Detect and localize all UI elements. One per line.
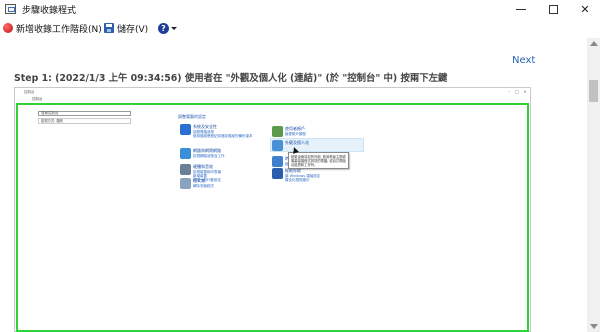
save-icon [104,23,114,33]
step-heading: Step 1: (2022/1/3 上午 09:34:56) 使用者在 "外觀及… [14,73,448,84]
chevron-down-icon [171,26,177,30]
screenshot-category-title: 使用者帳戶 [285,126,305,131]
screenshot-category-link: 檢視網路狀態及工作 [193,154,225,158]
maximize-icon [548,4,558,14]
screenshot-category-title: 網路和網際網路 [193,148,221,153]
scroll-thumb[interactable] [589,80,598,102]
screenshot-maximize-icon: □ [515,89,519,94]
minimize-icon [516,8,526,10]
screenshot-category-link: 變更帳戶類型 [285,132,306,136]
screenshot-close-icon: × [523,89,527,94]
minimize-button[interactable] [506,0,536,18]
screenshot-category-link: 解除安裝程式 [193,184,214,188]
screenshot-category-title: 系統及安全性 [193,124,217,129]
globe-icon [180,148,191,159]
appearance-icon [272,140,283,151]
maximize-button[interactable] [538,0,568,18]
screenshot-category-title: 程式集 [193,178,205,183]
scroll-down-icon[interactable] [590,324,598,329]
new-recording-button[interactable]: 新增收錄工作階段(N) [3,20,102,36]
screenshot-category-link: 最佳化視覺顯示 [285,178,310,182]
save-button[interactable]: 儲存(V) [104,20,148,36]
new-recording-label: 新增收錄工作階段(N) [16,24,102,35]
next-link[interactable]: Next [512,55,535,66]
toolbar: 新增收錄工作階段(N) 儲存(V) ? [0,20,600,36]
screenshot-minimize-icon: – [508,89,510,94]
screenshot-view-filter: 檢視方式: 類別 [38,118,131,124]
screenshot-address-bar: 控制台 [32,97,43,101]
save-label: 儲存(V) [117,24,149,35]
title-bar: 步驟收錄程式 ✕ [0,0,600,18]
vertical-scrollbar[interactable] [587,38,600,332]
accessibility-icon [272,168,283,179]
shield-icon [180,124,191,135]
users-icon [272,126,283,137]
screenshot-category-title: 硬體和音效 [193,164,213,169]
screenshot-adjust-heading: 調整電腦的設定 [178,114,206,119]
help-button[interactable]: ? [158,20,177,36]
programs-icon [180,178,191,189]
app-icon [5,4,16,14]
screenshot-search-box: 搜尋控制台 [38,111,131,116]
scroll-up-icon[interactable] [590,41,598,46]
clock-icon [272,156,283,167]
screenshot-window-title: 控制台 [24,90,35,94]
close-button[interactable]: ✕ [570,0,600,18]
screenshot-category-title: 外觀及個人化 [285,140,309,145]
screenshot-category-link: 使用檔案歷程記錄儲存檔案的備份複本 [193,134,253,138]
record-icon [3,23,13,33]
screenshot-tooltip: 變更桌面項目的外觀, 套用佈景主題或螢幕保護程式到您的電腦, 或自訂開始功能表和… [288,152,349,169]
close-icon: ✕ [580,2,590,16]
printer-icon [180,164,191,175]
help-icon: ? [158,22,169,34]
window-title: 步驟收錄程式 [22,6,77,16]
